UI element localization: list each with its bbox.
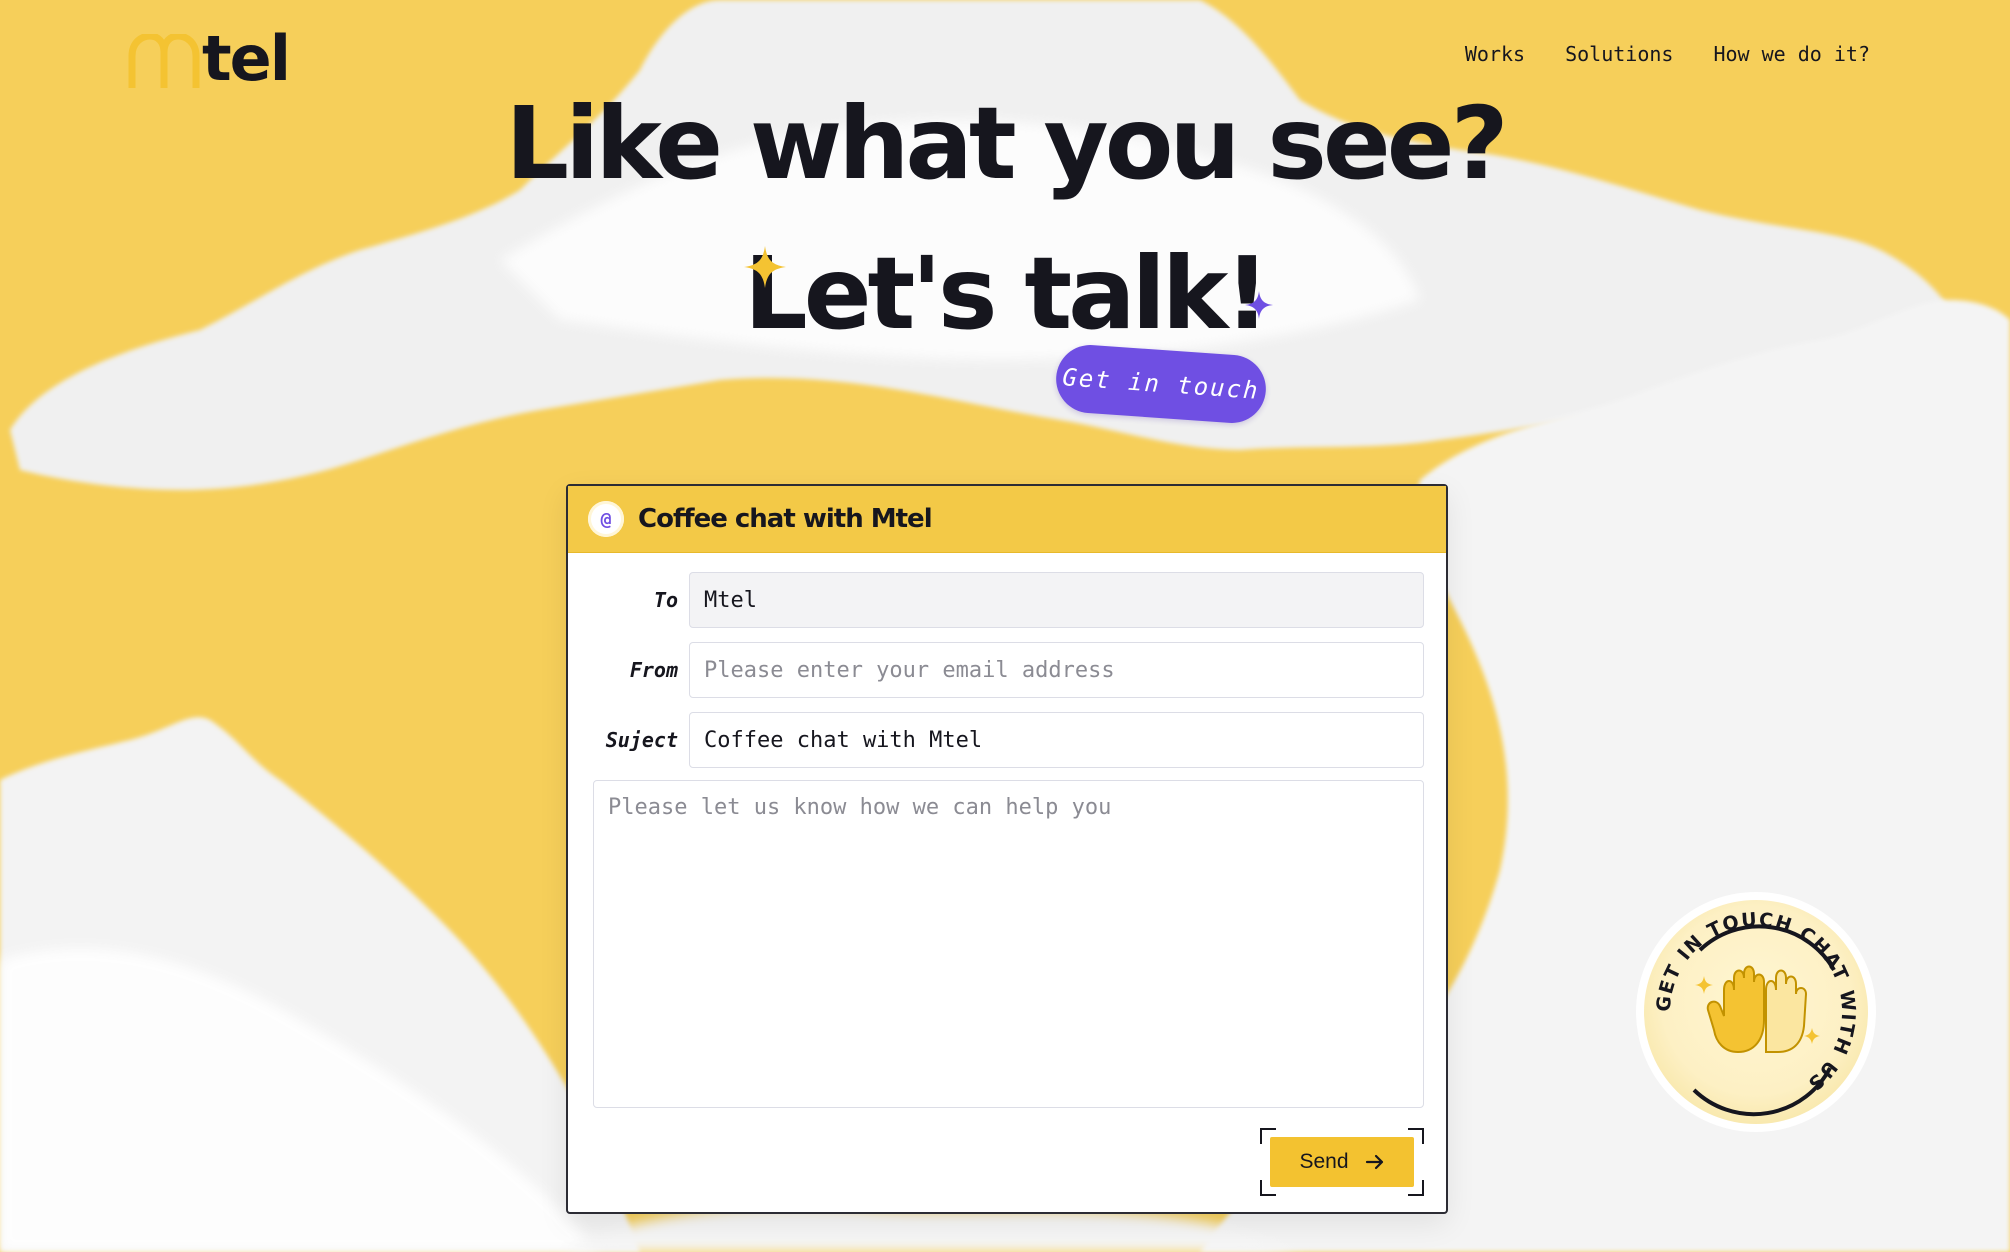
get-in-touch-button[interactable]: Get in touch [1053,342,1269,426]
chat-with-us-badge[interactable]: GET IN TOUCH CHAT WITH US [1634,890,1878,1134]
from-label: From [629,658,678,682]
logo-text: tel [202,22,291,95]
arrow-right-icon [1365,1154,1383,1170]
subject-field[interactable] [689,712,1424,768]
main-nav: Works Solutions How we do it? [1465,42,1870,66]
sparkle-icon [744,246,786,288]
contact-form-card: @ Coffee chat with Mtel To From Suject S… [566,484,1448,1214]
card-title: Coffee chat with Mtel [638,504,933,534]
hero-subheadline: Let's talk! [744,235,1270,352]
email-field[interactable] [689,642,1424,698]
to-row: To [568,570,1446,630]
at-sign-icon: @ [588,501,624,537]
to-label: To [653,588,678,612]
nav-item-works[interactable]: Works [1465,42,1525,66]
nav-item-how-we-do-it[interactable]: How we do it? [1713,42,1870,66]
site-header: tel Works Solutions How we do it? [0,0,2010,110]
to-field[interactable] [689,572,1424,628]
send-label: Send [1299,1150,1349,1173]
send-button[interactable]: Send [1270,1137,1414,1187]
from-row: From [568,640,1446,700]
logo-m-mark-icon [128,34,200,88]
card-header: @ Coffee chat with Mtel [568,486,1446,553]
subject-label: Suject [605,728,678,752]
subject-row: Suject [568,710,1446,770]
nav-item-solutions[interactable]: Solutions [1565,42,1673,66]
message-textarea[interactable] [593,780,1424,1108]
sparkle-icon [1245,291,1273,319]
send-button-frame: Send [1260,1128,1424,1196]
brand-logo[interactable]: tel [128,22,291,95]
